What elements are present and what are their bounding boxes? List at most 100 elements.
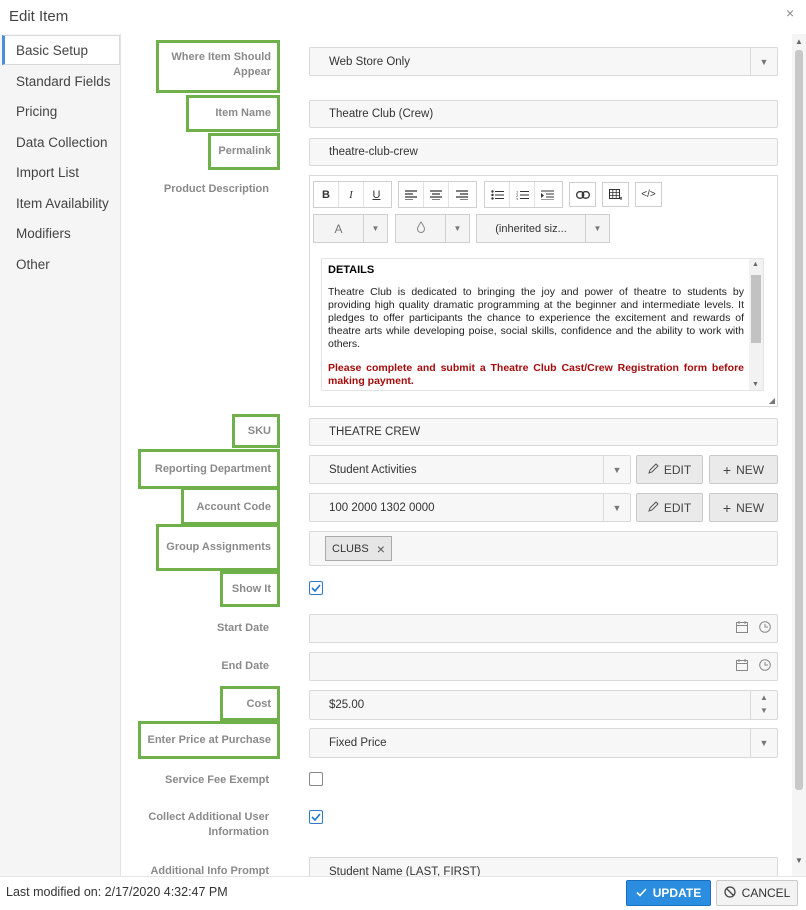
align-left-icon[interactable] xyxy=(399,182,424,207)
calendar-icon[interactable] xyxy=(736,621,748,636)
additional-info-prompt-value: Student Name (LAST, FIRST) xyxy=(329,866,481,876)
resize-handle-icon[interactable]: ◢ xyxy=(769,396,775,405)
editor-content[interactable]: DETAILS Theatre Club is dedicated to bri… xyxy=(321,258,764,391)
chevron-down-icon[interactable]: ▼ xyxy=(750,729,777,757)
sidebar-item-modifiers[interactable]: Modifiers xyxy=(0,219,121,249)
description-heading: DETAILS xyxy=(328,264,375,276)
font-size-dropdown[interactable]: (inherited siz... ▼ xyxy=(476,214,610,243)
reporting-department-select[interactable]: Student Activities ▼ xyxy=(309,455,631,484)
new-label: NEW xyxy=(736,500,765,515)
edit-label: EDIT xyxy=(663,462,692,477)
chevron-up-icon[interactable]: ▲ xyxy=(760,693,768,702)
additional-info-prompt-input[interactable]: Student Name (LAST, FIRST) xyxy=(309,857,778,876)
reporting-department-value: Student Activities xyxy=(329,463,417,476)
update-button[interactable]: UPDATE xyxy=(626,880,711,906)
form-scrollbar[interactable]: ▲ ▼ xyxy=(792,34,806,876)
account-new-button[interactable]: + NEW xyxy=(709,493,778,522)
list-group: 123 xyxy=(484,181,563,208)
bold-button[interactable]: B xyxy=(314,182,339,207)
reporting-new-button[interactable]: + NEW xyxy=(709,455,778,484)
sku-label: SKU xyxy=(232,414,280,448)
cancel-button[interactable]: CANCEL xyxy=(716,880,798,906)
italic-button[interactable]: I xyxy=(339,182,364,207)
font-color-dropdown[interactable]: A ▼ xyxy=(313,214,388,243)
plus-icon: + xyxy=(722,499,732,516)
font-color-icon: A xyxy=(334,221,343,236)
numbered-list-icon[interactable]: 123 xyxy=(510,182,535,207)
rich-text-editor: B I U 123 </> A ▼ ▼ (inherited siz... ▼ … xyxy=(309,175,778,407)
cost-input[interactable]: $25.00 ▲ ▼ xyxy=(309,690,778,720)
new-label: NEW xyxy=(736,462,765,477)
underline-button[interactable]: U xyxy=(364,182,389,207)
plus-icon: + xyxy=(722,461,732,478)
form-scroll-thumb[interactable] xyxy=(795,50,803,790)
editor-scrollbar[interactable]: ▲ ▼ xyxy=(749,259,763,390)
scroll-down-icon[interactable]: ▼ xyxy=(795,856,803,865)
reporting-edit-button[interactable]: EDIT xyxy=(636,455,703,484)
account-edit-button[interactable]: EDIT xyxy=(636,493,703,522)
svg-text:3: 3 xyxy=(516,196,519,200)
chevron-down-icon[interactable]: ▼ xyxy=(603,456,630,483)
account-code-label: Account Code xyxy=(181,487,280,525)
clock-icon[interactable] xyxy=(759,659,771,674)
background-color-dropdown[interactable]: ▼ xyxy=(395,214,470,243)
sidebar-item-item-availability[interactable]: Item Availability xyxy=(0,189,121,219)
end-date-label: End Date xyxy=(221,660,269,672)
show-it-checkbox[interactable] xyxy=(309,581,323,595)
scroll-up-icon[interactable]: ▲ xyxy=(752,261,759,268)
chevron-down-icon[interactable]: ▼ xyxy=(750,48,777,75)
last-modified-text: Last modified on: 2/17/2020 4:32:47 PM xyxy=(6,885,228,899)
cost-stepper[interactable]: ▲ ▼ xyxy=(750,691,777,719)
sidebar-item-other[interactable]: Other xyxy=(0,250,121,280)
chevron-down-icon: ▼ xyxy=(363,215,387,242)
enter-price-label: Enter Price at Purchase xyxy=(138,721,280,759)
indent-icon[interactable] xyxy=(535,182,560,207)
scroll-up-icon[interactable]: ▲ xyxy=(795,37,803,46)
sidebar-item-pricing[interactable]: Pricing xyxy=(0,97,121,127)
form-panel: Where Item Should Appear Web Store Only … xyxy=(122,34,792,876)
group-assignments-input[interactable]: CLUBS × xyxy=(309,531,778,566)
cost-value: $25.00 xyxy=(329,699,365,711)
start-date-input[interactable] xyxy=(309,614,778,643)
item-name-input[interactable]: Theatre Club (Crew) xyxy=(309,100,778,128)
sidebar-item-basic-setup[interactable]: Basic Setup xyxy=(2,35,120,65)
end-date-input[interactable] xyxy=(309,652,778,681)
sidebar-item-import-list[interactable]: Import List xyxy=(0,158,121,188)
link-icon[interactable] xyxy=(569,182,596,207)
cancel-label: CANCEL xyxy=(741,886,791,900)
align-right-icon[interactable] xyxy=(449,182,474,207)
code-view-icon[interactable]: </> xyxy=(635,182,662,207)
pencil-icon xyxy=(648,462,659,477)
chevron-down-icon: ▼ xyxy=(585,215,609,242)
close-icon[interactable]: × xyxy=(786,5,794,21)
chevron-down-icon[interactable]: ▼ xyxy=(760,706,768,715)
editor-scroll-thumb[interactable] xyxy=(751,275,761,343)
permalink-input[interactable]: theatre-club-crew xyxy=(309,138,778,166)
permalink-label: Permalink xyxy=(208,133,280,170)
scroll-down-icon[interactable]: ▼ xyxy=(752,381,759,388)
dialog-titlebar: Edit Item × xyxy=(0,0,806,34)
bullet-list-icon[interactable] xyxy=(485,182,510,207)
sidebar-item-data-collection[interactable]: Data Collection xyxy=(0,128,121,158)
calendar-icon[interactable] xyxy=(736,659,748,674)
where-item-label: Where Item Should Appear xyxy=(156,40,280,93)
align-center-icon[interactable] xyxy=(424,182,449,207)
table-icon[interactable] xyxy=(602,182,629,207)
clock-icon[interactable] xyxy=(759,621,771,636)
edit-label: EDIT xyxy=(663,500,692,515)
remove-icon[interactable]: × xyxy=(377,541,385,557)
chevron-down-icon: ▼ xyxy=(445,215,469,242)
where-item-select[interactable]: Web Store Only ▼ xyxy=(309,47,778,76)
font-size-value: (inherited siz... xyxy=(495,222,567,235)
collect-info-checkbox[interactable] xyxy=(309,810,323,824)
chevron-down-icon[interactable]: ▼ xyxy=(603,494,630,521)
description-note: Please complete and submit a Theatre Clu… xyxy=(328,362,744,387)
account-code-select[interactable]: 100 2000 1302 0000 ▼ xyxy=(309,493,631,522)
sku-value: THEATRE CREW xyxy=(329,426,421,438)
sku-input[interactable]: THEATRE CREW xyxy=(309,418,778,446)
service-fee-exempt-checkbox[interactable] xyxy=(309,772,323,786)
enter-price-value: Fixed Price xyxy=(329,737,387,749)
sidebar-item-standard-fields[interactable]: Standard Fields xyxy=(0,67,121,97)
enter-price-select[interactable]: Fixed Price ▼ xyxy=(309,728,778,758)
format-group: B I U xyxy=(313,181,392,208)
